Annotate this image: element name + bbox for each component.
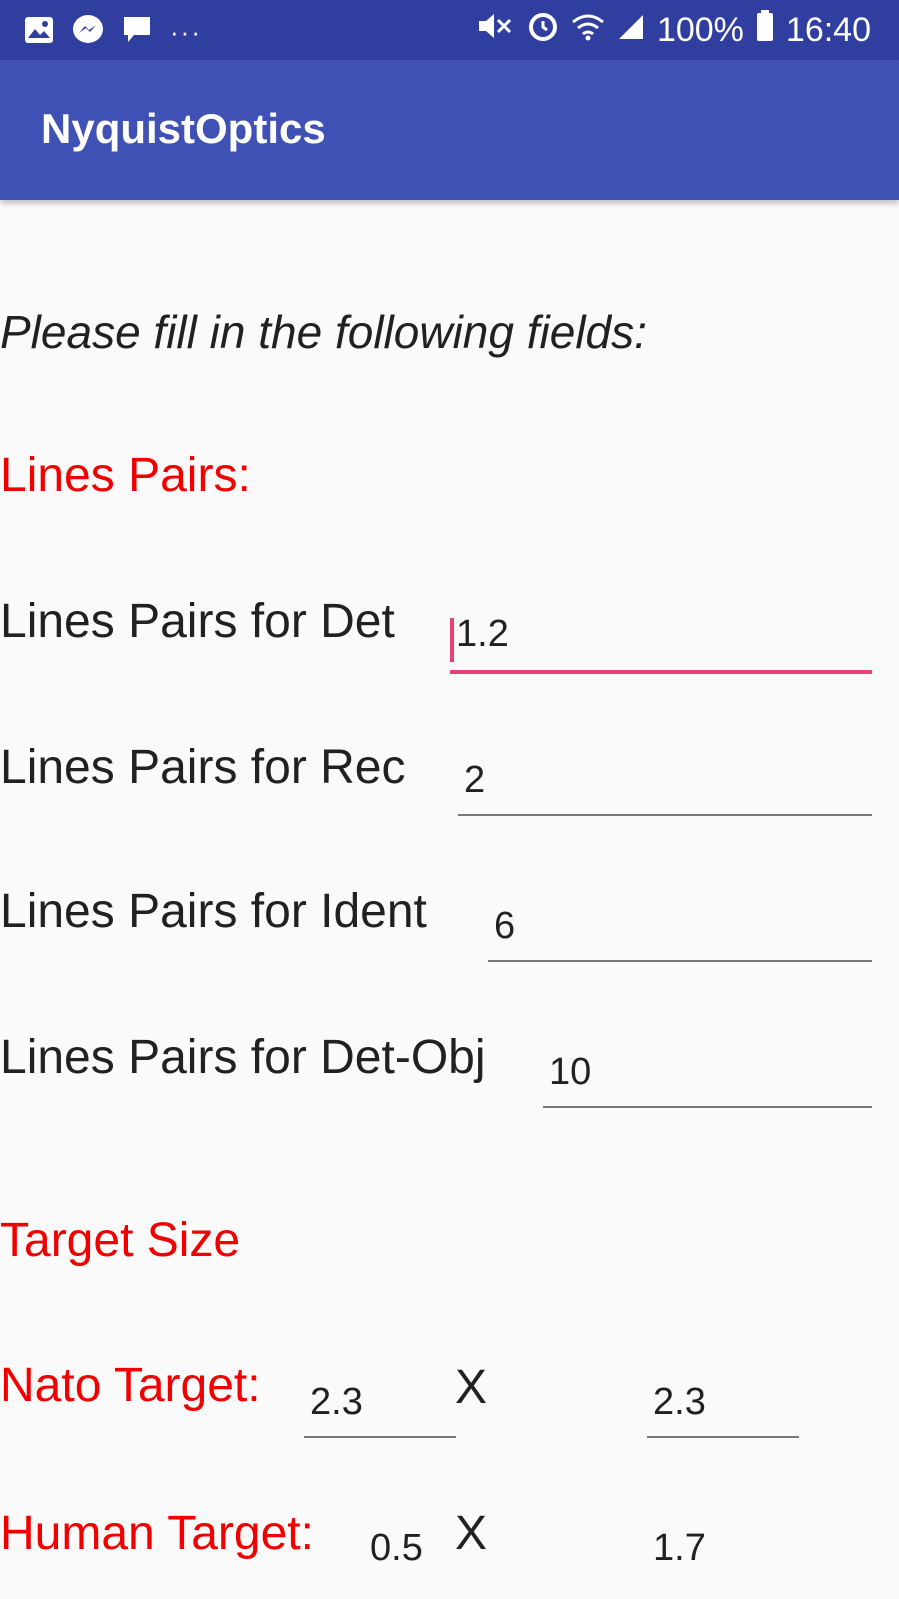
nato-height-input[interactable]: 2.3 [647, 1380, 799, 1438]
nato-height-value: 2.3 [653, 1381, 706, 1423]
det-value: 1.2 [456, 613, 509, 655]
clock: 16:40 [785, 11, 871, 49]
app-bar: NyquistOptics [0, 60, 899, 200]
instruction-text: Please fill in the following fields: [0, 306, 647, 358]
chat-icon [122, 15, 152, 50]
app-title: NyquistOptics [41, 105, 326, 152]
det-obj-input[interactable]: 10 [543, 1050, 872, 1108]
text-cursor [450, 618, 454, 662]
human-width-input[interactable]: 0.5 [364, 1526, 456, 1584]
det-obj-value: 10 [549, 1051, 592, 1093]
human-width-value: 0.5 [370, 1527, 423, 1569]
nato-times-symbol: X [455, 1361, 488, 1414]
mute-icon [477, 11, 515, 50]
ident-input[interactable]: 6 [488, 904, 872, 962]
nato-width-input[interactable]: 2.3 [304, 1380, 456, 1438]
ident-label: Lines Pairs for Ident [0, 885, 427, 938]
messenger-icon [72, 14, 104, 51]
rec-label: Lines Pairs for Rec [0, 741, 406, 794]
det-label: Lines Pairs for Det [0, 595, 395, 648]
target-size-header: Target Size [0, 1214, 241, 1267]
status-bar: ··· 100% 16:40 [0, 0, 899, 60]
rec-input[interactable]: 2 [458, 758, 872, 816]
human-times-symbol: X [455, 1507, 488, 1560]
human-height-input[interactable]: 1.7 [647, 1526, 799, 1584]
det-input[interactable]: 1.2 [450, 612, 872, 674]
nato-width-value: 2.3 [310, 1381, 363, 1423]
det-obj-label: Lines Pairs for Det-Obj [0, 1031, 486, 1084]
wifi-icon [571, 11, 605, 50]
human-height-value: 1.7 [653, 1527, 706, 1569]
rec-value: 2 [464, 759, 486, 801]
line-pairs-header: Lines Pairs: [0, 449, 251, 502]
battery-level: 100% [656, 11, 744, 49]
battery-icon [756, 10, 774, 51]
signal-icon [617, 11, 645, 50]
human-target-label: Human Target: [0, 1507, 314, 1560]
alarm-icon [527, 10, 559, 51]
ident-value: 6 [494, 905, 516, 947]
nato-target-label: Nato Target: [0, 1359, 261, 1412]
gallery-icon [24, 16, 54, 49]
overflow-indicator: ··· [170, 17, 202, 47]
